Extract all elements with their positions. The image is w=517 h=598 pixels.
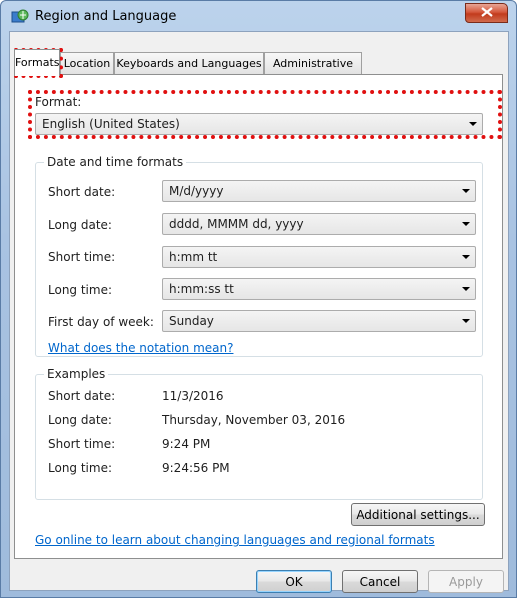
online-help-link[interactable]: Go online to learn about changing langua… (35, 533, 435, 547)
long-date-label: Long date: (48, 218, 112, 232)
short-time-format-value: h:mm tt (169, 250, 218, 264)
format-value: English (United States) (42, 117, 180, 131)
short-date-dropdown[interactable]: M/d/yyyy (162, 180, 476, 202)
tab-formats[interactable]: Formats (14, 49, 60, 76)
long-time-dropdown[interactable]: h:mm:ss tt (162, 278, 476, 300)
tab-keyboards-and-languages[interactable]: Keyboards and Languages (114, 52, 264, 74)
tab-administrative[interactable]: Administrative (264, 52, 362, 74)
tab-location[interactable]: Location (60, 52, 114, 74)
examples-group: Examples Short date: 11/3/2016 Long date… (35, 367, 483, 500)
notation-help-link[interactable]: What does the notation mean? (48, 341, 233, 355)
dialog-client: Formats Location Keyboards and Languages… (9, 31, 509, 593)
additional-settings-button[interactable]: Additional settings... (351, 503, 485, 526)
example-long-time-label: Long time: (48, 461, 113, 475)
short-time-label: Short time: (48, 250, 116, 264)
formats-panel: Format: English (United States) Date and… (14, 74, 503, 559)
title-bar[interactable]: Region and Language (1, 1, 516, 31)
chevron-down-icon (462, 189, 470, 193)
close-icon (480, 6, 493, 20)
short-date-format-value: M/d/yyyy (169, 184, 224, 198)
chevron-down-icon (462, 287, 470, 291)
first-day-dropdown[interactable]: Sunday (162, 310, 476, 332)
example-short-time-value: 9:24 PM (162, 437, 211, 451)
chevron-down-icon (462, 319, 470, 323)
close-button[interactable] (465, 3, 508, 23)
example-long-date-value: Thursday, November 03, 2016 (162, 413, 346, 427)
example-short-date-value: 11/3/2016 (162, 389, 224, 403)
date-time-formats-group: Date and time formats Short date: M/d/yy… (35, 155, 483, 357)
long-date-format-value: dddd, MMMM dd, yyyy (169, 217, 304, 231)
first-day-value: Sunday (169, 314, 214, 328)
window-title: Region and Language (35, 9, 177, 24)
long-date-dropdown[interactable]: dddd, MMMM dd, yyyy (162, 213, 476, 235)
format-label: Format: (35, 95, 82, 109)
region-globe-icon (11, 9, 29, 25)
region-language-window: Region and Language Formats Location Key… (0, 0, 517, 598)
long-time-label: Long time: (48, 283, 113, 297)
format-dropdown[interactable]: English (United States) (35, 113, 483, 135)
examples-title: Examples (44, 367, 109, 381)
chevron-down-icon (462, 255, 470, 259)
chevron-down-icon (469, 122, 477, 126)
ok-button[interactable]: OK (256, 570, 332, 593)
example-long-date-label: Long date: (48, 413, 112, 427)
date-time-formats-title: Date and time formats (44, 155, 187, 169)
chevron-down-icon (462, 222, 470, 226)
apply-button[interactable]: Apply (428, 570, 504, 593)
short-date-label: Short date: (48, 185, 116, 199)
example-short-date-label: Short date: (48, 389, 116, 403)
first-day-label: First day of week: (48, 315, 154, 329)
example-long-time-value: 9:24:56 PM (162, 461, 230, 475)
long-time-format-value: h:mm:ss tt (169, 282, 234, 296)
example-short-time-label: Short time: (48, 437, 116, 451)
cancel-button[interactable]: Cancel (342, 570, 418, 593)
short-time-dropdown[interactable]: h:mm tt (162, 246, 476, 268)
